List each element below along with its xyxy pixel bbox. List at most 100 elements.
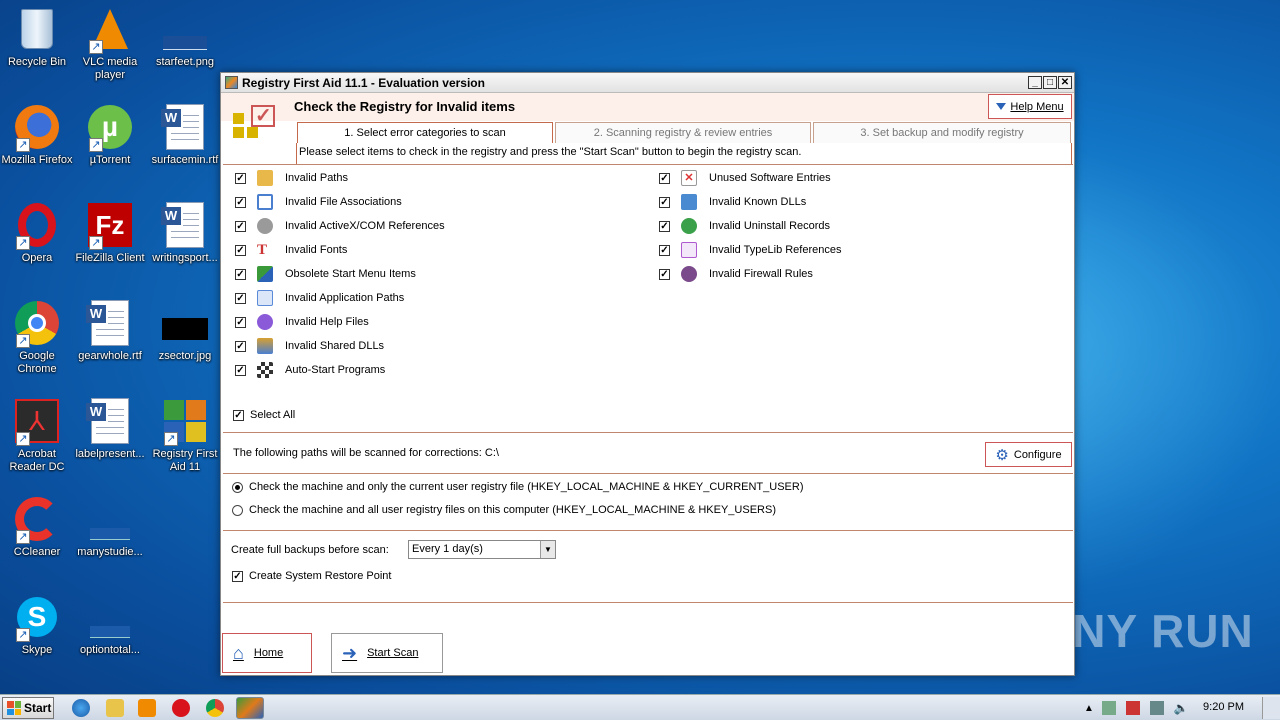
checkbox[interactable]: ✓ (235, 220, 246, 232)
check-invalid-file-associations[interactable]: ✓ Invalid File Associations (235, 193, 402, 211)
media-player-icon[interactable] (138, 699, 156, 717)
item-label: Invalid File Associations (285, 196, 402, 208)
check-unused-software-entries[interactable]: ✓ ✕ Unused Software Entries (659, 169, 831, 187)
radio-button[interactable] (232, 481, 243, 493)
desktop-icon-opera[interactable]: ↗ Opera (0, 202, 74, 265)
desktop-icon-optiontotal[interactable]: optiontotal... (73, 594, 147, 657)
restore-point-checkbox[interactable]: ✓ Create System Restore Point (232, 567, 391, 585)
checkbox[interactable]: ✓ (235, 172, 246, 184)
word-document-icon: W (86, 300, 133, 346)
help-menu-button[interactable]: Help Menu (988, 94, 1072, 119)
check-obsolete-start-menu[interactable]: ✓ Obsolete Start Menu Items (235, 265, 416, 283)
check-invalid-shared-dlls[interactable]: ✓ Invalid Shared DLLs (235, 337, 384, 355)
radio-all-users[interactable]: Check the machine and all user registry … (232, 501, 776, 519)
desktop-icon-writingsport[interactable]: W writingsport... (148, 202, 222, 265)
shortcut-arrow-icon: ↗ (16, 432, 30, 446)
tab-scanning-registry[interactable]: 2. Scanning registry & review entries (555, 122, 811, 143)
shortcut-arrow-icon: ↗ (16, 628, 30, 642)
title-bar[interactable]: Registry First Aid 11.1 - Evaluation ver… (221, 73, 1074, 93)
file-explorer-icon[interactable] (106, 699, 124, 717)
backup-frequency-select[interactable]: Every 1 day(s) ▼ (408, 540, 556, 559)
checkbox[interactable]: ✓ (235, 196, 246, 208)
chrome-taskbar-icon[interactable] (206, 699, 224, 717)
select-all-label: Select All (250, 409, 296, 421)
home-button[interactable]: ⌂ Home (222, 633, 312, 673)
desktop-icon-starfeet[interactable]: starfeet.png (148, 6, 222, 69)
desktop-icon-ccleaner[interactable]: ↗ CCleaner (0, 496, 74, 559)
radio-current-user[interactable]: Check the machine and only the current u… (232, 478, 803, 496)
clock[interactable]: 9:20 PM (1203, 701, 1244, 713)
desktop-icon-label: Registry First Aid 11 (152, 448, 218, 473)
check-invalid-activex[interactable]: ✓ Invalid ActiveX/COM References (235, 217, 445, 235)
minimize-button[interactable]: _ (1028, 76, 1042, 89)
desktop-icon-skype[interactable]: S ↗ Skype (0, 594, 74, 657)
internet-explorer-icon[interactable] (72, 699, 90, 717)
registry-first-aid-taskbar-icon[interactable] (236, 697, 264, 719)
item-label: Invalid ActiveX/COM References (285, 220, 445, 232)
desktop-icon-vlc[interactable]: ↗ VLC media player (73, 6, 147, 82)
known-dll-icon (681, 194, 697, 210)
checkbox[interactable]: ✓ (232, 570, 243, 582)
check-invalid-typelib[interactable]: ✓ Invalid TypeLib References (659, 241, 842, 259)
start-scan-button[interactable]: ➜ Start Scan (331, 633, 443, 673)
start-button[interactable]: Start (2, 697, 54, 719)
desktop-icon-firefox[interactable]: ↗ Mozilla Firefox (0, 104, 74, 167)
checkbox[interactable]: ✓ (235, 244, 246, 256)
desktop-icon-recycle-bin[interactable]: Recycle Bin (0, 6, 74, 69)
desktop-icon-surfacemin[interactable]: W surfacemin.rtf (148, 104, 222, 167)
desktop-icon-zsector[interactable]: zsector.jpg (148, 300, 222, 363)
checkbox[interactable]: ✓ (235, 364, 246, 376)
checkbox[interactable]: ✓ (659, 244, 670, 256)
checkbox[interactable]: ✓ (235, 268, 246, 280)
desktop-icon-manystudie[interactable]: manystudie... (73, 496, 147, 559)
desktop-icon-gearwhole[interactable]: W gearwhole.rtf (73, 300, 147, 363)
desktop-icon-acrobat[interactable]: ⅄ ↗ Acrobat Reader DC (0, 398, 74, 474)
checkbox[interactable]: ✓ (235, 316, 246, 328)
volume-icon[interactable]: 🔈 (1174, 701, 1189, 715)
windows-logo-icon (7, 701, 21, 715)
chevron-up-icon[interactable]: ▲ (1084, 703, 1094, 714)
check-invalid-help-files[interactable]: ✓ Invalid Help Files (235, 313, 369, 331)
desktop-icon-utorrent[interactable]: µ ↗ µTorrent (73, 104, 147, 167)
registry-first-aid-icon: ↗ (162, 398, 208, 446)
divider (223, 473, 1073, 474)
firefox-icon: ↗ (14, 104, 60, 152)
check-invalid-firewall-rules[interactable]: ✓ Invalid Firewall Rules (659, 265, 813, 283)
item-label: Invalid Shared DLLs (285, 340, 385, 352)
desktop-icon-filezilla[interactable]: Fz ↗ FileZilla Client (73, 202, 147, 265)
checkbox[interactable]: ✓ (659, 172, 670, 184)
desktop-icon-labelpresent[interactable]: W labelpresent... (73, 398, 147, 461)
opera-taskbar-icon[interactable] (172, 699, 190, 717)
check-invalid-uninstall-records[interactable]: ✓ Invalid Uninstall Records (659, 217, 830, 235)
maximize-button[interactable]: □ (1043, 76, 1057, 89)
checkbox[interactable]: ✓ (235, 292, 246, 304)
network-status-icon[interactable] (1149, 701, 1164, 715)
checkbox[interactable]: ✓ (235, 340, 246, 352)
desktop-icon-registry-first-aid[interactable]: ↗ Registry First Aid 11 (148, 398, 222, 474)
tab-select-categories[interactable]: 1. Select error categories to scan (297, 122, 553, 143)
radio-button[interactable] (232, 504, 243, 516)
desktop-icon-chrome[interactable]: ↗ Google Chrome (0, 300, 74, 376)
checkbox[interactable]: ✓ (659, 268, 670, 280)
checkbox[interactable]: ✓ (233, 409, 244, 421)
select-all-checkbox[interactable]: ✓ Select All (233, 406, 295, 424)
chevron-down-icon[interactable]: ▼ (540, 541, 555, 558)
chevron-down-icon (996, 103, 1007, 110)
tab-set-backup[interactable]: 3. Set backup and modify registry (813, 122, 1071, 143)
check-invalid-application-paths[interactable]: ✓ Invalid Application Paths (235, 289, 404, 307)
checkbox[interactable]: ✓ (659, 220, 670, 232)
configure-button[interactable]: ⚙ Configure (985, 442, 1072, 467)
network-icon[interactable] (1101, 701, 1116, 715)
desktop-icon-label: starfeet.png (155, 56, 215, 68)
skype-icon: S ↗ (14, 594, 60, 642)
check-invalid-known-dlls[interactable]: ✓ Invalid Known DLLs (659, 193, 806, 211)
check-auto-start-programs[interactable]: ✓ Auto-Start Programs (235, 361, 385, 379)
check-invalid-paths[interactable]: ✓ Invalid Paths (235, 169, 348, 187)
page-title: Check the Registry for Invalid items (294, 99, 516, 114)
home-label: Home (253, 647, 284, 659)
flag-alert-icon[interactable] (1125, 701, 1140, 715)
show-desktop-button[interactable] (1262, 697, 1280, 719)
check-invalid-fonts[interactable]: ✓ T Invalid Fonts (235, 241, 347, 259)
close-button[interactable]: ✕ (1058, 76, 1072, 89)
checkbox[interactable]: ✓ (659, 196, 670, 208)
